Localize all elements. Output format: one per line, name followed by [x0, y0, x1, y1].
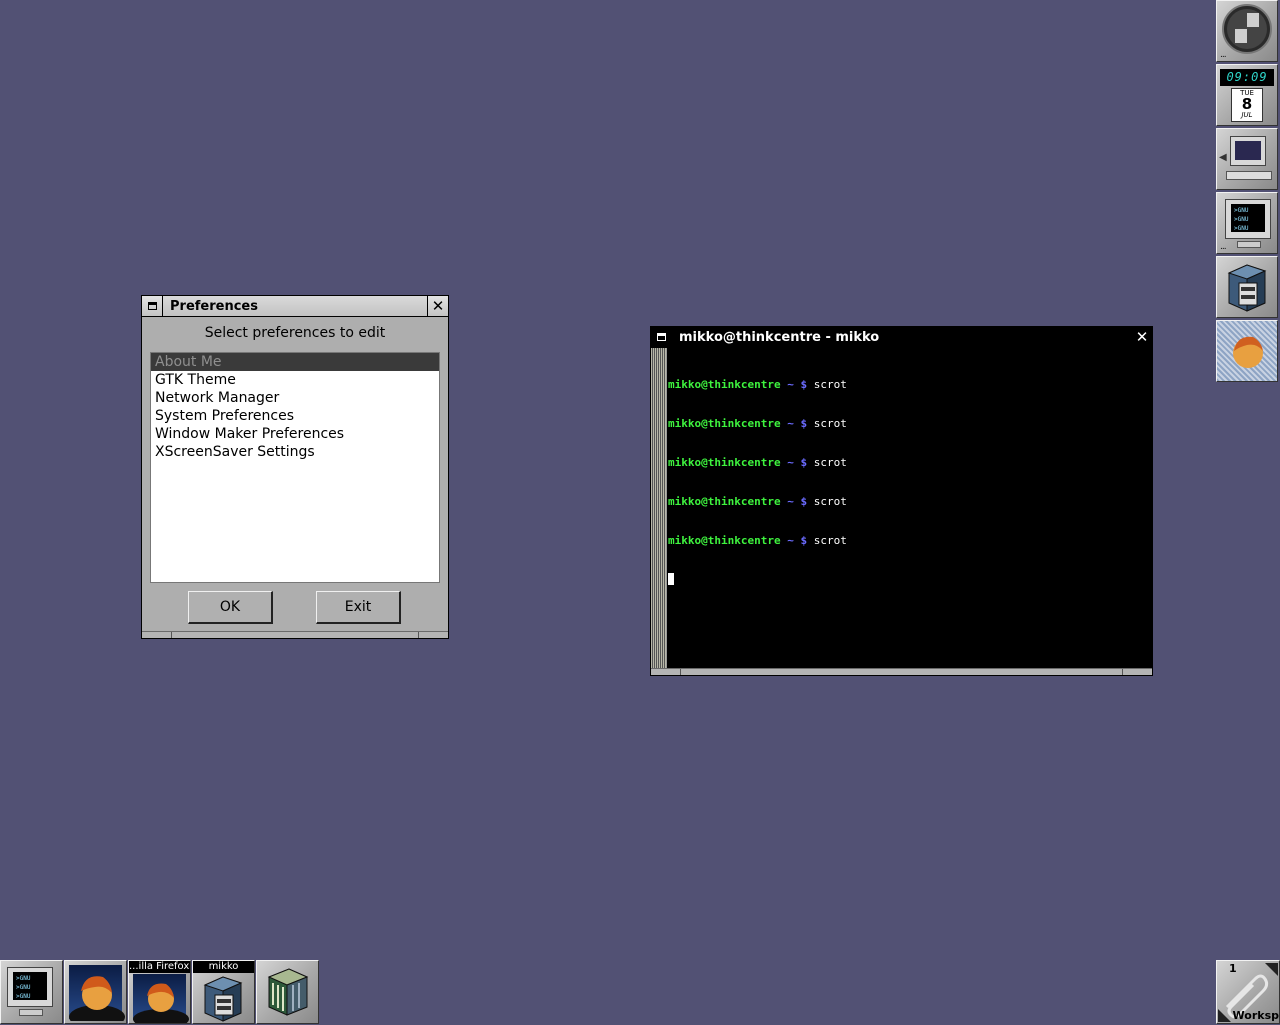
terminal-titlebar[interactable]: mikko@thinkcentre - mikko ✕	[651, 327, 1152, 348]
dock-file-manager[interactable]	[1216, 256, 1278, 318]
terminal-scrollbar[interactable]	[651, 348, 667, 668]
calendar-day: 8	[1241, 95, 1253, 113]
firefox-icon	[1233, 336, 1263, 368]
dock-computer[interactable]: ◀	[1216, 128, 1278, 190]
close-icon: ✕	[1135, 327, 1149, 346]
dock-dots: ...	[1220, 50, 1227, 60]
miniaturize-icon	[147, 302, 157, 310]
resize-bar[interactable]	[651, 668, 1152, 675]
list-item-xscreensaver-settings[interactable]: XScreenSaver Settings	[151, 443, 439, 461]
dock-clock[interactable]: 09:09 TUE 8 JUL	[1216, 64, 1278, 126]
terminal-window[interactable]: mikko@thinkcentre - mikko ✕ mikko@thinkc…	[650, 326, 1153, 676]
terminal-text: mikko@thinkcentre ~ $ scrot mikko@thinkc…	[668, 352, 847, 612]
taskbar-firefox-launcher[interactable]	[64, 960, 127, 1024]
list-item-gtk-theme[interactable]: GTK Theme	[151, 371, 439, 389]
dock-dots: ...	[1220, 242, 1227, 252]
taskbar-terminal-icon[interactable]: >GNU >GNU >GNU	[0, 960, 63, 1024]
terminal-line: mikko@thinkcentre ~ $ scrot	[668, 534, 847, 547]
appicon-title: mikko	[193, 961, 254, 973]
close-button[interactable]: ✕	[427, 296, 448, 316]
terminal-line: mikko@thinkcentre ~ $ scrot	[668, 378, 847, 391]
taskbar-terminal-window[interactable]: mikko	[192, 960, 255, 1024]
workspace-clip[interactable]: 1 Worksp	[1216, 960, 1280, 1024]
taskbar-cube-icon[interactable]	[256, 960, 319, 1024]
cube-icon	[267, 968, 309, 1016]
workspace-label: Worksp	[1232, 1009, 1279, 1022]
list-item-about-me[interactable]: About Me	[151, 353, 439, 371]
terminal-line: mikko@thinkcentre ~ $ scrot	[668, 495, 847, 508]
dock-firefox[interactable]	[1216, 320, 1278, 382]
firefox-icon	[133, 983, 189, 1023]
terminal-line: mikko@thinkcentre ~ $ scrot	[668, 456, 847, 469]
terminal-line: mikko@thinkcentre ~ $ scrot	[668, 417, 847, 430]
calendar-icon: TUE 8 JUL	[1231, 88, 1263, 122]
terminal-cursor	[668, 573, 674, 585]
miniaturize-icon	[656, 333, 666, 341]
preferences-titlebar[interactable]: Preferences ✕	[142, 296, 448, 317]
preferences-window[interactable]: Preferences ✕ Select preferences to edit…	[141, 295, 449, 639]
calendar-month: JUL	[1241, 111, 1253, 119]
terminal-icon: >GNU >GNU >GNU	[1225, 199, 1271, 239]
preferences-heading: Select preferences to edit	[204, 325, 386, 341]
file-cabinet-icon	[203, 976, 243, 1022]
file-cabinet-icon	[1227, 264, 1267, 312]
miniaturize-button[interactable]	[651, 327, 672, 347]
window-title: mikko@thinkcentre - mikko	[679, 330, 880, 345]
clock-time: 09:09	[1220, 69, 1274, 86]
exit-button[interactable]: Exit	[316, 591, 401, 624]
taskbar-firefox-window[interactable]: ...illa Firefox	[128, 960, 191, 1024]
terminal-output[interactable]: mikko@thinkcentre ~ $ scrot mikko@thinkc…	[651, 348, 1152, 668]
miniaturize-button[interactable]	[142, 296, 163, 316]
resize-bar[interactable]	[142, 631, 448, 638]
close-button[interactable]: ✕	[1131, 327, 1152, 347]
ok-button[interactable]: OK	[188, 591, 273, 624]
terminal-icon: >GNU >GNU >GNU	[7, 967, 53, 1007]
expand-arrow-icon: ◀	[1219, 152, 1227, 163]
window-title: Preferences	[170, 299, 258, 314]
firefox-icon	[69, 976, 125, 1021]
list-item-window-maker-preferences[interactable]: Window Maker Preferences	[151, 425, 439, 443]
dock-terminal[interactable]: >GNU >GNU >GNU ...	[1216, 192, 1278, 254]
windowmaker-logo-icon	[1222, 4, 1272, 54]
list-item-network-manager[interactable]: Network Manager	[151, 389, 439, 407]
computer-icon	[1230, 136, 1266, 166]
dock-windowmaker-logo[interactable]: ...	[1216, 0, 1278, 62]
close-icon: ✕	[431, 296, 445, 315]
preferences-list[interactable]: About Me GTK Theme Network Manager Syste…	[150, 352, 440, 583]
list-item-system-preferences[interactable]: System Preferences	[151, 407, 439, 425]
